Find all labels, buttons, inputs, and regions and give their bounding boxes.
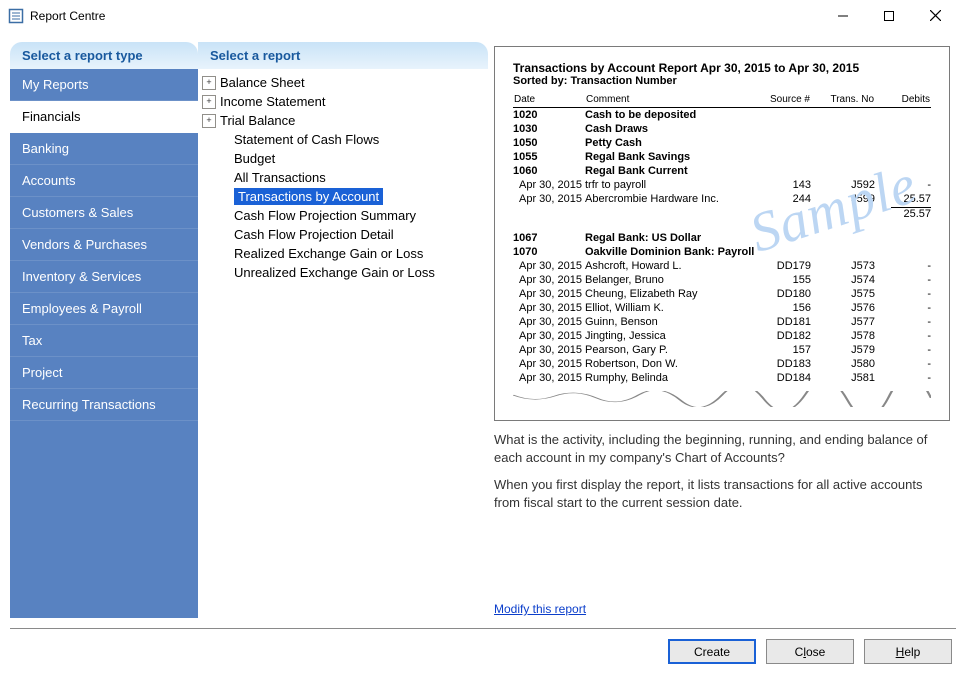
report-type-item[interactable]: My Reports: [10, 69, 198, 101]
col-date: Date: [513, 93, 585, 108]
tree-item-label: Trial Balance: [220, 113, 295, 128]
button-bar: Create Close Help: [0, 629, 966, 676]
account-row: 1050Petty Cash: [513, 136, 931, 150]
window-controls: [820, 1, 958, 31]
transaction-row: Apr 30, 2015Jingting, JessicaDD182J578-: [513, 329, 931, 343]
report-type-item[interactable]: Recurring Transactions: [10, 389, 198, 421]
report-type-item[interactable]: Customers & Sales: [10, 197, 198, 229]
report-type-item[interactable]: Project: [10, 357, 198, 389]
tree-item-label: Income Statement: [220, 94, 326, 109]
reports-tree: + Balance Sheet + Income Statement + Trial Ba…: [198, 69, 488, 618]
tree-item[interactable]: Cash Flow Projection Detail: [200, 225, 484, 244]
transaction-row: Apr 30, 2015Belanger, Bruno155J574-: [513, 273, 931, 287]
account-row: 1030Cash Draws: [513, 122, 931, 136]
col-debits: Debits: [875, 93, 931, 108]
titlebar: Report Centre: [0, 0, 966, 32]
report-type-item[interactable]: Vendors & Purchases: [10, 229, 198, 261]
main-content: Select a report type My ReportsFinancial…: [0, 32, 966, 628]
report-description-2: When you first display the report, it li…: [494, 476, 950, 511]
report-types-list: My ReportsFinancialsBankingAccountsCusto…: [10, 69, 198, 618]
expand-icon[interactable]: +: [202, 95, 216, 109]
tree-item-label: Cash Flow Projection Detail: [234, 227, 394, 242]
account-row: 1060Regal Bank Current: [513, 164, 931, 178]
col-trans: Trans. No: [811, 93, 875, 108]
tree-item-label: Budget: [234, 151, 275, 166]
modify-report-link[interactable]: Modify this report: [494, 594, 950, 618]
account-row: 1020Cash to be deposited: [513, 108, 931, 123]
tree-item[interactable]: + Balance Sheet: [200, 73, 484, 92]
preview-title: Transactions by Account Report Apr 30, 2…: [513, 61, 931, 75]
preview-table: Date Comment Source # Trans. No Debits 1…: [513, 93, 931, 385]
tree-item-label: Cash Flow Projection Summary: [234, 208, 416, 223]
col-source: Source #: [751, 93, 811, 108]
transaction-row: Apr 30, 2015Rumphy, BelindaDD184J581-: [513, 371, 931, 385]
report-type-item[interactable]: Banking: [10, 133, 198, 165]
tree-item-label: Balance Sheet: [220, 75, 305, 90]
minimize-button[interactable]: [820, 1, 866, 31]
tree-item[interactable]: Statement of Cash Flows: [200, 130, 484, 149]
create-button[interactable]: Create: [668, 639, 756, 664]
torn-edge: [513, 391, 931, 407]
tree-item[interactable]: Budget: [200, 149, 484, 168]
tree-item[interactable]: + Income Statement: [200, 92, 484, 111]
transaction-row: Apr 30, 2015Pearson, Gary P.157J579-: [513, 343, 931, 357]
expand-icon[interactable]: +: [202, 76, 216, 90]
transaction-row: Apr 30, 2015Robertson, Don W.DD183J580-: [513, 357, 931, 371]
tree-item[interactable]: All Transactions: [200, 168, 484, 187]
report-type-item[interactable]: Inventory & Services: [10, 261, 198, 293]
close-dialog-button[interactable]: Close: [766, 639, 854, 664]
tree-item[interactable]: Unrealized Exchange Gain or Loss: [200, 263, 484, 282]
transaction-row: Apr 30, 2015Cheung, Elizabeth RayDD180J5…: [513, 287, 931, 301]
tree-item-label: Transactions by Account: [234, 188, 383, 205]
report-types-column: Select a report type My ReportsFinancial…: [10, 42, 198, 618]
tree-item[interactable]: Cash Flow Projection Summary: [200, 206, 484, 225]
types-header: Select a report type: [10, 42, 198, 69]
reports-column: Select a report + Balance Sheet + Income St…: [198, 42, 488, 618]
transaction-row: Apr 30, 2015Ashcroft, Howard L.DD179J573…: [513, 259, 931, 273]
report-description-1: What is the activity, including the begi…: [494, 431, 950, 466]
tree-item-label: All Transactions: [234, 170, 326, 185]
app-icon: [8, 8, 24, 24]
maximize-button[interactable]: [866, 1, 912, 31]
report-preview: Sample Transactions by Account Report Ap…: [494, 46, 950, 421]
tree-item[interactable]: + Trial Balance: [200, 111, 484, 130]
preview-subtotal: 25.57: [891, 207, 931, 220]
transaction-row: Apr 30, 2015Elliot, William K.156J576-: [513, 301, 931, 315]
preview-column: Sample Transactions by Account Report Ap…: [488, 42, 956, 618]
report-type-item[interactable]: Accounts: [10, 165, 198, 197]
report-type-item[interactable]: Tax: [10, 325, 198, 357]
tree-item[interactable]: Transactions by Account: [200, 187, 484, 206]
preview-sorted-by: Sorted by: Transaction Number: [513, 75, 931, 87]
account-row: 1067Regal Bank: US Dollar: [513, 231, 931, 245]
tree-item-label: Unrealized Exchange Gain or Loss: [234, 265, 435, 280]
tree-item-label: Statement of Cash Flows: [234, 132, 379, 147]
window-title: Report Centre: [30, 9, 105, 23]
expand-icon[interactable]: +: [202, 114, 216, 128]
account-row: 1055Regal Bank Savings: [513, 150, 931, 164]
reports-header: Select a report: [198, 42, 488, 69]
transaction-row: Apr 30, 2015trfr to payroll143J592-: [513, 178, 931, 192]
account-row: 1070Oakville Dominion Bank: Payroll: [513, 245, 931, 259]
close-button[interactable]: [912, 1, 958, 31]
help-button[interactable]: Help: [864, 639, 952, 664]
tree-item-label: Realized Exchange Gain or Loss: [234, 246, 423, 261]
transaction-row: Apr 30, 2015Guinn, BensonDD181J577-: [513, 315, 931, 329]
report-type-item[interactable]: Financials: [10, 101, 198, 133]
report-type-item[interactable]: Employees & Payroll: [10, 293, 198, 325]
col-comment: Comment: [585, 93, 751, 108]
transaction-row: Apr 30, 2015Abercrombie Hardware Inc.244…: [513, 192, 931, 206]
tree-item[interactable]: Realized Exchange Gain or Loss: [200, 244, 484, 263]
